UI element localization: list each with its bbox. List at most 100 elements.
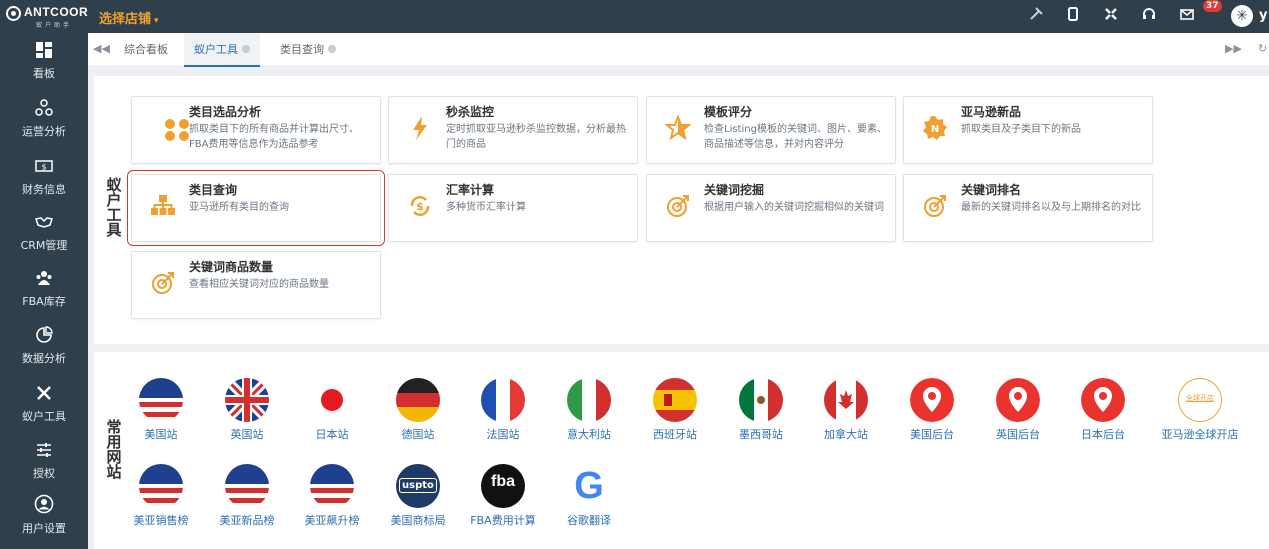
- site-link-es[interactable]: 西班牙站: [635, 378, 715, 444]
- site-link-us-best-sellers[interactable]: 美亚销售榜: [121, 464, 201, 530]
- tool-card-flash-sale-monitor[interactable]: 秒杀监控 定时抓取亚马逊秒杀监控数据，分析最热门的商品: [388, 96, 638, 164]
- site-link-uspto[interactable]: uspto 美国商标局: [378, 464, 458, 530]
- tab-ant-tools[interactable]: 蚁户工具: [184, 33, 260, 67]
- site-link-us-seller-central[interactable]: 美国后台: [892, 378, 972, 444]
- sidebar-item-label: 运营分析: [22, 125, 66, 138]
- headset-icon[interactable]: [1139, 6, 1159, 26]
- es-flag-icon: [653, 378, 697, 422]
- tool-card-template-score[interactable]: 模板评分 检查Listing模板的关键词、图片、要素、商品描述等信息，并对内容评…: [646, 96, 896, 164]
- site-link-uk[interactable]: 英国站: [207, 378, 287, 444]
- store-select-dropdown[interactable]: 选择店铺 ▾: [99, 8, 159, 27]
- card-description: 查看相应关键词对应的商品数量: [189, 279, 329, 290]
- site-link-uk-seller-central[interactable]: 英国后台: [978, 378, 1058, 444]
- tablet-icon[interactable]: [1063, 6, 1083, 26]
- site-link-jp-seller-central[interactable]: 日本后台: [1063, 378, 1143, 444]
- tools-icon: [0, 382, 88, 408]
- svg-text:N: N: [931, 124, 939, 135]
- site-link-us-new-releases[interactable]: 美亚新品榜: [207, 464, 287, 530]
- target-icon: [920, 193, 950, 223]
- google-logo-text: G: [574, 465, 604, 507]
- site-label: 谷歌翻译: [567, 514, 611, 527]
- site-label: 亚马逊全球开店: [1161, 428, 1239, 441]
- tab-close-icon[interactable]: [242, 45, 250, 53]
- sidebar-item-fba-inventory[interactable]: FBA库存: [0, 267, 88, 323]
- tool-card-keyword-product-count[interactable]: 关键词商品数量 查看相应关键词对应的商品数量: [131, 251, 381, 319]
- site-link-fba-calculator[interactable]: fba FBA费用计算: [463, 464, 543, 530]
- sidebar-item-label: FBA库存: [22, 295, 66, 308]
- site-label: 美国商标局: [390, 514, 446, 527]
- dots-icon: [148, 115, 189, 145]
- site-link-us-movers-shakers[interactable]: 美亚飙升榜: [292, 464, 372, 530]
- sites-panel: 常 用 网 站 美国站 英国站 日本站 德国站 法国站 意大利站 西班牙站 墨西…: [94, 352, 1269, 549]
- card-description: 抓取类目及子类目下的新品: [961, 124, 1081, 135]
- jp-flag-icon: [310, 378, 354, 422]
- site-link-de[interactable]: 德国站: [378, 378, 458, 444]
- sidebar-item-label: CRM管理: [20, 239, 68, 252]
- tab-category-query[interactable]: 类目查询: [270, 33, 346, 67]
- sidebar-item-finance[interactable]: $ 财务信息: [0, 155, 88, 211]
- site-link-mx[interactable]: 墨西哥站: [721, 378, 801, 444]
- site-link-amazon-global-selling[interactable]: 全球开店 亚马逊全球开店: [1152, 378, 1248, 444]
- tab-scroll-left-icon[interactable]: ◀◀: [93, 42, 110, 55]
- site-label: 墨西哥站: [739, 428, 783, 441]
- target-icon: [148, 270, 178, 300]
- tab-dashboard[interactable]: 综合看板: [114, 33, 178, 67]
- site-link-ca[interactable]: 加拿大站: [806, 378, 886, 444]
- sidebar-item-operations[interactable]: 运营分析: [0, 97, 88, 153]
- tab-close-icon[interactable]: [328, 45, 336, 53]
- tab-label: 综合看板: [124, 43, 168, 56]
- sidebar-item-label: 蚁户工具: [22, 410, 66, 423]
- tool-card-keyword-ranking[interactable]: 关键词排名 最新的关键词排名以及与上期排名的对比: [903, 174, 1153, 242]
- avatar-icon[interactable]: ✳: [1231, 5, 1253, 27]
- svg-text:$: $: [41, 163, 46, 172]
- site-label: 加拿大站: [824, 428, 868, 441]
- network-icon: [0, 97, 88, 123]
- money-icon: $: [0, 155, 88, 181]
- caret-down-icon: ▾: [154, 16, 159, 26]
- logo-subtext: 蚁户助手: [36, 22, 73, 29]
- tool-card-keyword-mining[interactable]: 关键词挖掘 根据用户输入的关键词挖掘相似的关键词: [646, 174, 896, 242]
- tool-card-exchange-rate[interactable]: $ 汇率计算 多种货币汇率计算: [388, 174, 638, 242]
- card-description: 根据用户输入的关键词挖掘相似的关键词: [704, 202, 884, 213]
- svg-text:$: $: [416, 200, 424, 213]
- sidebar-item-ant-tools[interactable]: 蚁户工具: [0, 382, 88, 438]
- mail-icon[interactable]: [1177, 6, 1197, 26]
- currency-icon: $: [405, 193, 435, 223]
- site-link-jp[interactable]: 日本站: [292, 378, 372, 444]
- card-title: 汇率计算: [446, 183, 495, 197]
- site-link-fr[interactable]: 法国站: [463, 378, 543, 444]
- sidebar-item-user-settings[interactable]: 用户设置: [0, 494, 88, 549]
- site-link-google-translate[interactable]: G 谷歌翻译: [549, 464, 629, 530]
- target-icon: [663, 193, 693, 223]
- tab-scroll-right-icon[interactable]: ▶▶: [1225, 42, 1242, 55]
- sidebar-item-dashboard[interactable]: 看板: [0, 39, 88, 95]
- username[interactable]: y: [1259, 8, 1267, 23]
- card-title: 关键词挖掘: [704, 183, 765, 197]
- tool-card-category-product-analysis[interactable]: 类目选品分析 抓取类目下的所有商品并计算出尺寸、FBA费用等信息作为选品参考: [131, 96, 381, 164]
- site-label: 西班牙站: [653, 428, 697, 441]
- title-char: 具: [106, 221, 122, 239]
- title-char: 站: [106, 463, 122, 481]
- star-icon: [663, 114, 693, 145]
- sidebar-item-data-analysis[interactable]: 数据分析: [0, 324, 88, 380]
- sidebar-item-authorization[interactable]: 授权: [0, 439, 88, 495]
- site-link-it[interactable]: 意大利站: [549, 378, 629, 444]
- uspto-logo-text: uspto: [399, 478, 437, 493]
- sites-section-title: 常 用 网 站: [106, 420, 122, 480]
- card-title: 秒杀监控: [446, 105, 495, 119]
- site-label: 法国站: [486, 428, 520, 441]
- plug-icon[interactable]: [1026, 6, 1046, 26]
- tools-panel: 蚁 户 工 具 类目选品分析 抓取类目下的所有商品并计算出尺寸、FBA费用等信息…: [94, 76, 1269, 344]
- card-title: 关键词商品数量: [189, 260, 274, 274]
- logo-mark-icon: [6, 6, 21, 21]
- fr-flag-icon: [481, 378, 525, 422]
- refresh-icon[interactable]: ↻: [1258, 42, 1267, 55]
- tool-card-amazon-new-products[interactable]: N 亚马逊新品 抓取类目及子类目下的新品: [903, 96, 1153, 164]
- logo[interactable]: ANTCOOR 蚁户助手: [6, 3, 88, 29]
- site-link-us[interactable]: 美国站: [121, 378, 201, 444]
- fullscreen-icon[interactable]: [1101, 6, 1121, 26]
- site-label: 日本后台: [1081, 428, 1125, 441]
- site-label: 德国站: [401, 428, 435, 441]
- tool-card-category-query[interactable]: 类目查询 亚马逊所有类目的查询: [127, 170, 385, 246]
- sidebar-item-crm[interactable]: CRM管理: [0, 211, 88, 267]
